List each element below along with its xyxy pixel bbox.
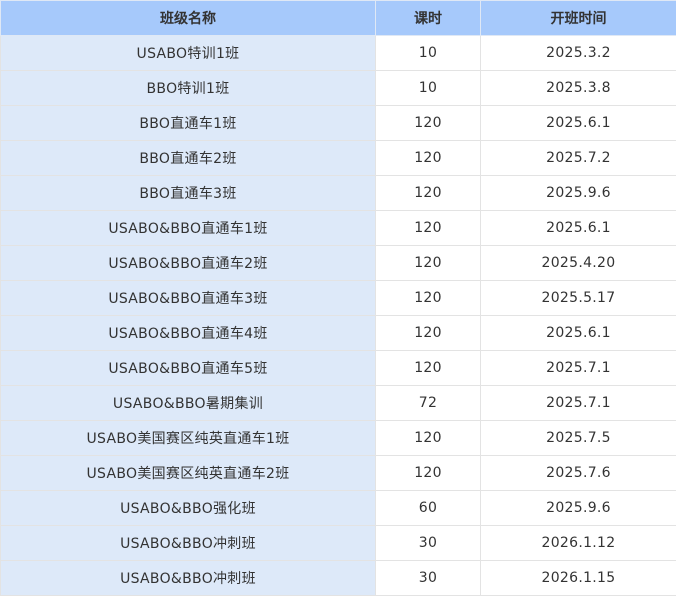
cell-start-date: 2025.6.1 xyxy=(480,105,676,141)
cell-class-name: BBO直通车3班 xyxy=(0,175,376,211)
table-row: BBO直通车2班 120 2025.7.2 xyxy=(0,140,676,176)
cell-start-date: 2025.5.17 xyxy=(480,280,676,316)
cell-hours: 120 xyxy=(375,210,481,246)
cell-hours: 120 xyxy=(375,280,481,316)
table-row: USABO&BBO冲刺班 30 2026.1.12 xyxy=(0,525,676,561)
cell-start-date: 2026.1.12 xyxy=(480,525,676,561)
table-row: USABO&BBO冲刺班 30 2026.1.15 xyxy=(0,560,676,596)
cell-class-name: USABO美国赛区纯英直通车2班 xyxy=(0,455,376,491)
header-hours: 课时 xyxy=(375,0,481,36)
cell-class-name: BBO特训1班 xyxy=(0,70,376,106)
cell-hours: 10 xyxy=(375,35,481,71)
cell-start-date: 2025.7.1 xyxy=(480,385,676,421)
cell-hours: 30 xyxy=(375,560,481,596)
header-start-date: 开班时间 xyxy=(480,0,676,36)
cell-start-date: 2025.6.1 xyxy=(480,315,676,351)
cell-class-name: USABO&BBO直通车1班 xyxy=(0,210,376,246)
table-body: USABO特训1班 10 2025.3.2 BBO特训1班 10 2025.3.… xyxy=(0,35,676,596)
cell-start-date: 2025.7.1 xyxy=(480,350,676,386)
table-row: USABO&BBO直通车5班 120 2025.7.1 xyxy=(0,350,676,386)
cell-hours: 60 xyxy=(375,490,481,526)
cell-class-name: USABO&BBO直通车3班 xyxy=(0,280,376,316)
cell-hours: 30 xyxy=(375,525,481,561)
cell-class-name: BBO直通车1班 xyxy=(0,105,376,141)
cell-class-name: USABO&BBO强化班 xyxy=(0,490,376,526)
cell-class-name: USABO&BBO冲刺班 xyxy=(0,560,376,596)
table-row: USABO美国赛区纯英直通车2班 120 2025.7.6 xyxy=(0,455,676,491)
table-row: BBO特训1班 10 2025.3.8 xyxy=(0,70,676,106)
cell-class-name: USABO&BBO直通车2班 xyxy=(0,245,376,281)
table-row: BBO直通车1班 120 2025.6.1 xyxy=(0,105,676,141)
cell-class-name: USABO&BBO暑期集训 xyxy=(0,385,376,421)
table-row: USABO&BBO直通车3班 120 2025.5.17 xyxy=(0,280,676,316)
cell-hours: 120 xyxy=(375,175,481,211)
cell-hours: 120 xyxy=(375,105,481,141)
cell-class-name: USABO特训1班 xyxy=(0,35,376,71)
table-row: BBO直通车3班 120 2025.9.6 xyxy=(0,175,676,211)
header-class-name: 班级名称 xyxy=(0,0,376,36)
cell-start-date: 2025.9.6 xyxy=(480,175,676,211)
cell-class-name: BBO直通车2班 xyxy=(0,140,376,176)
cell-hours: 72 xyxy=(375,385,481,421)
cell-start-date: 2025.7.6 xyxy=(480,455,676,491)
cell-hours: 10 xyxy=(375,70,481,106)
header-row: 班级名称 课时 开班时间 xyxy=(0,0,676,36)
table-row: USABO特训1班 10 2025.3.2 xyxy=(0,35,676,71)
class-schedule-table: 班级名称 课时 开班时间 USABO特训1班 10 2025.3.2 BBO特训… xyxy=(0,0,676,596)
cell-start-date: 2025.7.5 xyxy=(480,420,676,456)
cell-start-date: 2025.7.2 xyxy=(480,140,676,176)
cell-start-date: 2025.3.2 xyxy=(480,35,676,71)
cell-hours: 120 xyxy=(375,455,481,491)
cell-class-name: USABO&BBO冲刺班 xyxy=(0,525,376,561)
cell-class-name: USABO&BBO直通车5班 xyxy=(0,350,376,386)
table-row: USABO&BBO强化班 60 2025.9.6 xyxy=(0,490,676,526)
cell-hours: 120 xyxy=(375,350,481,386)
cell-hours: 120 xyxy=(375,315,481,351)
cell-start-date: 2025.9.6 xyxy=(480,490,676,526)
table-row: USABO&BBO暑期集训 72 2025.7.1 xyxy=(0,385,676,421)
table-header: 班级名称 课时 开班时间 xyxy=(0,0,676,36)
cell-hours: 120 xyxy=(375,245,481,281)
table-row: USABO&BBO直通车4班 120 2025.6.1 xyxy=(0,315,676,351)
cell-start-date: 2025.6.1 xyxy=(480,210,676,246)
cell-class-name: USABO&BBO直通车4班 xyxy=(0,315,376,351)
cell-hours: 120 xyxy=(375,420,481,456)
table-row: USABO美国赛区纯英直通车1班 120 2025.7.5 xyxy=(0,420,676,456)
cell-class-name: USABO美国赛区纯英直通车1班 xyxy=(0,420,376,456)
table-row: USABO&BBO直通车2班 120 2025.4.20 xyxy=(0,245,676,281)
cell-hours: 120 xyxy=(375,140,481,176)
table-row: USABO&BBO直通车1班 120 2025.6.1 xyxy=(0,210,676,246)
cell-start-date: 2025.4.20 xyxy=(480,245,676,281)
cell-start-date: 2025.3.8 xyxy=(480,70,676,106)
cell-start-date: 2026.1.15 xyxy=(480,560,676,596)
